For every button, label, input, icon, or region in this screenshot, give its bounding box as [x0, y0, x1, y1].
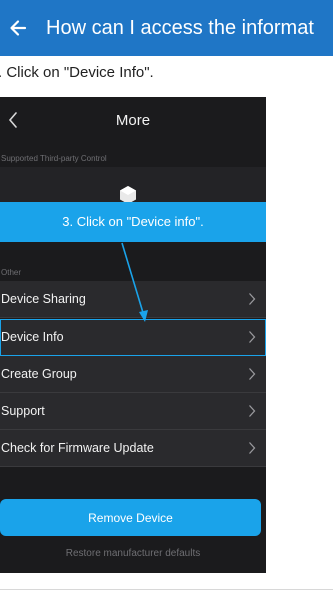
- app-bar: How can I access the informat: [0, 0, 333, 56]
- back-arrow-icon[interactable]: [4, 14, 32, 42]
- row-label: Support: [1, 404, 45, 418]
- row-label: Check for Firmware Update: [1, 441, 154, 455]
- instruction-text: . Click on "Device Info".: [0, 64, 154, 81]
- chevron-right-icon: [249, 442, 256, 454]
- row-check-firmware-update[interactable]: Check for Firmware Update: [0, 430, 266, 467]
- phone-screenshot: More Supported Third-party Control 3. Cl…: [0, 97, 266, 573]
- page-title: How can I access the informat: [46, 17, 314, 39]
- row-device-info[interactable]: Device Info: [0, 319, 266, 356]
- row-device-sharing[interactable]: Device Sharing: [0, 281, 266, 318]
- phone-title: More: [115, 112, 151, 129]
- section-label-third-party: Supported Third-party Control: [1, 154, 107, 163]
- row-label: Create Group: [1, 367, 77, 381]
- row-create-group[interactable]: Create Group: [0, 356, 266, 393]
- instruction-callout: 3. Click on "Device info".: [0, 202, 266, 242]
- chevron-right-icon: [249, 293, 256, 305]
- phone-header: More: [0, 97, 266, 145]
- row-label: Device Info: [1, 330, 64, 344]
- section-label-other: Other: [1, 268, 22, 277]
- remove-device-button[interactable]: Remove Device: [0, 499, 261, 536]
- row-support[interactable]: Support: [0, 393, 266, 430]
- row-label: Device Sharing: [1, 292, 86, 306]
- restore-defaults-link[interactable]: Restore manufacturer defaults: [0, 548, 266, 559]
- chevron-right-icon: [249, 331, 256, 343]
- divider: [0, 589, 333, 590]
- chevron-right-icon: [249, 405, 256, 417]
- chevron-right-icon: [249, 368, 256, 380]
